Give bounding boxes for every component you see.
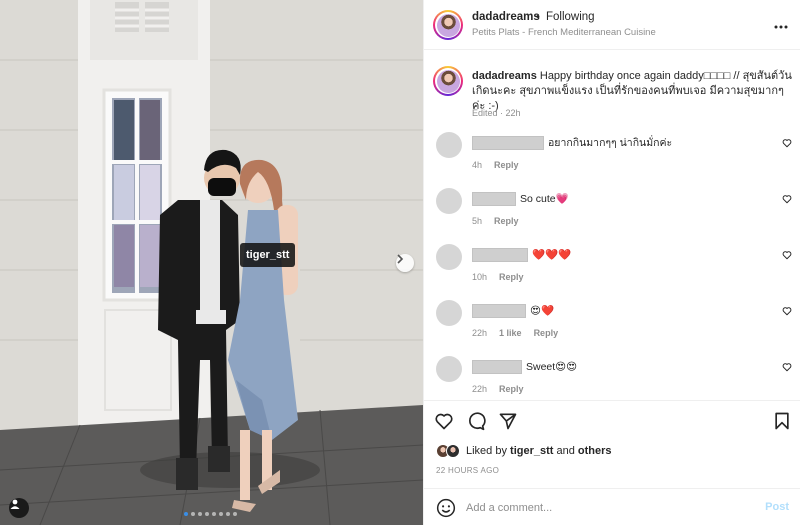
commenter-username-redacted[interactable] [472, 304, 526, 318]
slide-dot [191, 512, 195, 516]
liker-username[interactable]: tiger_stt [510, 445, 553, 457]
likes-summary: Liked by tiger_stt and others [436, 442, 612, 460]
comment-item: 😍❤️ 22h 1 like Reply [424, 290, 800, 346]
reply-button[interactable]: Reply [494, 216, 519, 226]
liker-avatar [446, 444, 460, 458]
comment-time[interactable]: 5h [472, 216, 482, 226]
comment-meta: 5h Reply [472, 216, 519, 226]
comment-icon[interactable] [466, 411, 486, 431]
add-comment-row: Post [424, 488, 800, 525]
commenter-username-redacted[interactable] [472, 192, 516, 206]
slide-dot [184, 512, 188, 516]
bookmark-icon[interactable] [772, 411, 792, 431]
likes-others-link[interactable]: others [578, 445, 612, 457]
location-link[interactable]: Petits Plats - French Mediterranean Cuis… [472, 27, 656, 38]
post-comment-button[interactable]: Post [765, 501, 789, 513]
next-slide-button[interactable] [396, 254, 414, 272]
user-tag-label[interactable]: tiger_stt [240, 243, 296, 267]
slide-dot [198, 512, 202, 516]
person-icon [10, 499, 20, 509]
post-caption: dadadreams Happy birthday once again dad… [424, 50, 800, 122]
comment-item: Sweet😍😍 22h Reply [424, 346, 800, 400]
comment-item: So cute💗 5h Reply [424, 178, 800, 234]
comment-item: ❤️❤️❤️ 10h Reply [424, 234, 800, 290]
more-horizontal-icon [774, 25, 788, 29]
comment-like-icon[interactable] [782, 306, 792, 316]
chevron-right-icon [397, 254, 404, 264]
commenter-avatar[interactable] [436, 188, 462, 214]
comment-item: อยากกินมากๆๆ น่ากินมั่กค่ะ 4h Reply [424, 122, 800, 178]
author-username[interactable]: dadadreams [472, 11, 540, 23]
caption-username[interactable]: dadadreams [472, 70, 537, 82]
comment-text: 😍❤️ [530, 305, 555, 317]
slide-dot [226, 512, 230, 516]
comment-like-icon[interactable] [782, 138, 792, 148]
photo-scene [0, 0, 423, 525]
slide-dot [212, 512, 216, 516]
author-avatar[interactable] [433, 10, 463, 40]
header-separator: • [536, 11, 540, 23]
comment-list: อยากกินมากๆๆ น่ากินมั่กค่ะ 4h Reply So cute… [424, 122, 800, 400]
comment-text: อยากกินมากๆๆ น่ากินมั่กค่ะ [548, 137, 673, 149]
slide-dot [233, 512, 237, 516]
post-details-panel: dadadreams • Following Petits Plats - Fr… [423, 0, 800, 525]
slide-indicator [184, 512, 237, 516]
following-button[interactable]: Following [546, 11, 595, 23]
caption-meta: Edited · 22h [472, 108, 521, 118]
comment-time[interactable]: 4h [472, 160, 482, 170]
comment-meta: 22h 1 like Reply [472, 328, 558, 338]
comment-like-icon[interactable] [782, 194, 792, 204]
comment-likes[interactable]: 1 like [499, 328, 522, 338]
comment-input[interactable] [466, 497, 746, 519]
comment-meta: 22h Reply [472, 384, 524, 394]
comment-text: Sweet😍😍 [526, 361, 578, 373]
reply-button[interactable]: Reply [499, 272, 524, 282]
post-header: dadadreams • Following Petits Plats - Fr… [424, 0, 800, 50]
action-bar [424, 400, 800, 440]
tagged-users-button[interactable] [9, 498, 29, 518]
share-icon[interactable] [498, 411, 518, 431]
comments-scroll-area[interactable]: dadadreams Happy birthday once again dad… [424, 50, 800, 400]
heart-icon[interactable] [434, 411, 454, 431]
comment-time[interactable]: 22h [472, 384, 487, 394]
comment-time[interactable]: 22h [472, 328, 487, 338]
comment-text: So cute💗 [520, 193, 569, 205]
commenter-avatar[interactable] [436, 300, 462, 326]
reply-button[interactable]: Reply [499, 384, 524, 394]
commenter-avatar[interactable] [436, 132, 462, 158]
slide-dot [205, 512, 209, 516]
comment-time[interactable]: 10h [472, 272, 487, 282]
caption-avatar[interactable] [433, 66, 463, 96]
slide-dot [219, 512, 223, 516]
commenter-username-redacted[interactable] [472, 248, 528, 262]
commenter-username-redacted[interactable] [472, 360, 522, 374]
reply-button[interactable]: Reply [534, 328, 559, 338]
comment-meta: 10h Reply [472, 272, 524, 282]
comment-like-icon[interactable] [782, 362, 792, 372]
commenter-avatar[interactable] [436, 356, 462, 382]
emoji-icon[interactable] [436, 498, 456, 518]
commenter-username-redacted[interactable] [472, 136, 544, 150]
commenter-avatar[interactable] [436, 244, 462, 270]
more-options-button[interactable] [774, 16, 788, 32]
comment-like-icon[interactable] [782, 250, 792, 260]
reply-button[interactable]: Reply [494, 160, 519, 170]
post-timestamp[interactable]: 22 HOURS AGO [436, 466, 499, 475]
comment-meta: 4h Reply [472, 160, 519, 170]
post-photo[interactable]: tiger_stt [0, 0, 423, 525]
likes-text: Liked by tiger_stt and others [466, 445, 612, 457]
comment-text: ❤️❤️❤️ [532, 249, 572, 261]
